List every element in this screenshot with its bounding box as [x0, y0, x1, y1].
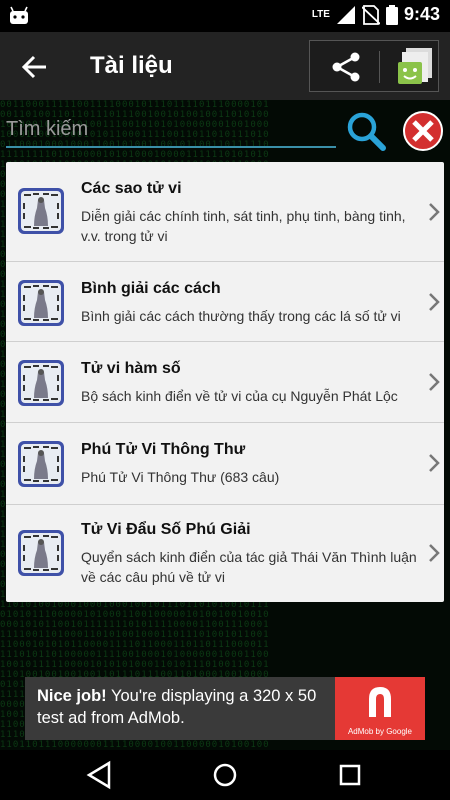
- signal-icon: [336, 5, 355, 24]
- list-item-title: Tử vi hàm số: [81, 360, 181, 377]
- search-icon[interactable]: [345, 110, 387, 152]
- app-icon[interactable]: [394, 46, 434, 86]
- list-item-title: Tử Vi Đẩu Số Phú Giải: [81, 521, 251, 538]
- admob-icon: [369, 687, 391, 717]
- chevron-right-icon: [429, 373, 440, 391]
- search-input[interactable]: [6, 112, 336, 148]
- share-icon[interactable]: [330, 51, 362, 83]
- navigation-bar: [0, 750, 450, 800]
- back-triangle-icon[interactable]: [83, 758, 117, 792]
- action-bar: Tài liệu: [0, 32, 450, 100]
- list-item[interactable]: Bình giải các cách Bình giải các cách thư…: [6, 262, 444, 342]
- android-icon: [10, 6, 28, 24]
- ad-headline: Nice job!: [37, 687, 107, 705]
- chevron-right-icon: [429, 454, 440, 472]
- taoist-thumbnail-icon: [18, 360, 64, 406]
- list-item-description: Bình giải các cách thường thấy trong các…: [81, 308, 401, 324]
- close-icon[interactable]: [402, 110, 444, 152]
- clock: 9:43: [403, 4, 440, 24]
- taoist-thumbnail-icon: [18, 188, 64, 234]
- admob-caption: AdMob by Google: [347, 727, 413, 736]
- list-item-title: Bình giải các cách: [81, 280, 221, 297]
- divider: [379, 51, 380, 83]
- back-arrow-icon[interactable]: [20, 52, 50, 82]
- list-item[interactable]: Phú Tử Vi Thông Thư Phú Tử Vi Thông Thư (…: [6, 423, 444, 505]
- list-item[interactable]: Tử Vi Đẩu Số Phú Giải Quyển sách kinh điể…: [6, 505, 444, 602]
- list-item-description: Diễn giải các chính tinh, sát tinh, phụ …: [81, 208, 406, 244]
- search-bar: [0, 100, 450, 160]
- list-item[interactable]: Tử vi hàm số Bộ sách kinh điển về tử vi c…: [6, 342, 444, 423]
- chevron-right-icon: [429, 203, 440, 221]
- page-title: Tài liệu: [90, 52, 173, 79]
- list-item-description: Phú Tử Vi Thông Thư (683 câu): [81, 469, 280, 485]
- status-bar: LTE 9:43: [0, 0, 450, 32]
- battery-icon: [385, 4, 398, 25]
- chevron-right-icon: [429, 293, 440, 311]
- list-item-description: Quyển sách kinh điển của tác giả Thái Vă…: [81, 549, 417, 585]
- recents-square-icon[interactable]: [333, 758, 367, 792]
- lte-icon: LTE: [311, 9, 330, 20]
- ad-text: Nice job! You're displaying a 320 x 50 t…: [37, 685, 337, 729]
- content-area: 0011000111110011110001011101111011100001…: [0, 100, 450, 750]
- list-item[interactable]: Các sao tử vi Diễn giải các chính tinh, s…: [6, 162, 444, 262]
- list-item-description: Bộ sách kinh điển về tử vi của cụ Nguyễn…: [81, 388, 398, 404]
- home-circle-icon[interactable]: [208, 758, 242, 792]
- list-item-title: Các sao tử vi: [81, 180, 182, 197]
- document-list: Các sao tử vi Diễn giải các chính tinh, s…: [6, 162, 444, 602]
- taoist-thumbnail-icon: [18, 530, 64, 576]
- ad-banner[interactable]: Nice job! You're displaying a 320 x 50 t…: [25, 677, 425, 740]
- admob-logo: AdMob by Google: [335, 677, 425, 740]
- taoist-thumbnail-icon: [18, 441, 64, 487]
- taoist-thumbnail-icon: [18, 280, 64, 326]
- list-item-title: Phú Tử Vi Thông Thư: [81, 441, 246, 458]
- action-buttons: [309, 40, 439, 92]
- no-sim-icon: [361, 4, 380, 25]
- chevron-right-icon: [429, 544, 440, 562]
